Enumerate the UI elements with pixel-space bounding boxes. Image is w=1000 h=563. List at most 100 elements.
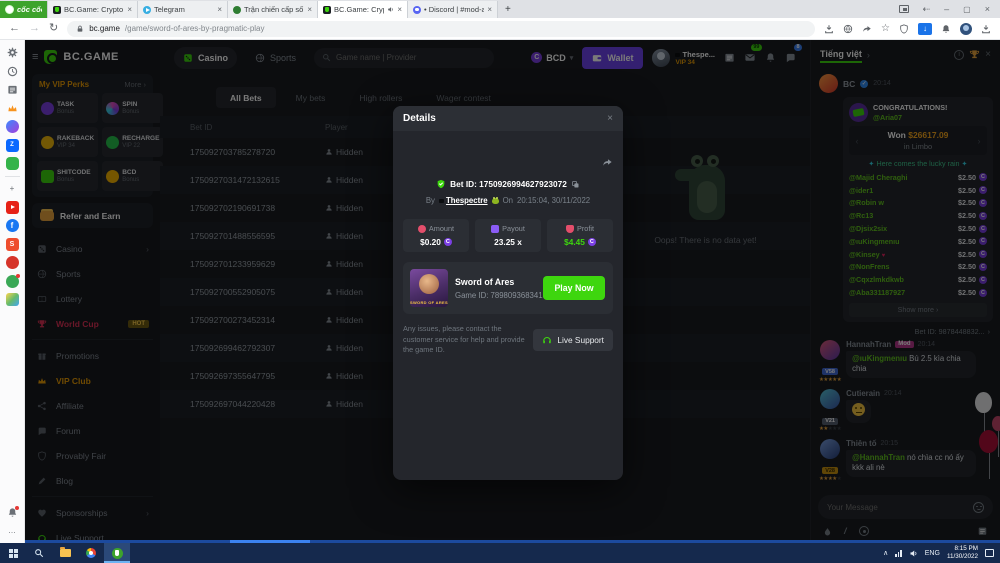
settings-gear-icon[interactable] bbox=[6, 46, 19, 59]
close-icon[interactable]: × bbox=[487, 5, 492, 14]
support-row: Any issues, please contact the customer … bbox=[403, 324, 613, 356]
toolbar-icons: ☆ ↓ bbox=[824, 22, 991, 35]
adblock-shield-icon[interactable] bbox=[899, 24, 909, 34]
player-link[interactable]: Thespectre bbox=[438, 196, 488, 205]
browser-side-panel: Z + f S … bbox=[0, 40, 25, 543]
restore-tab-icon[interactable]: ⇠ bbox=[923, 4, 931, 15]
capture-app-icon[interactable] bbox=[5, 273, 20, 288]
stat-amount: Amount $0.20 C bbox=[403, 219, 469, 252]
browser-tab-bar: cốc cốc BC.Game: Crypto Casino Gan × Tel… bbox=[0, 0, 1000, 18]
reload-button[interactable]: ↻ bbox=[49, 23, 58, 34]
crown-rewards-icon[interactable] bbox=[6, 102, 19, 115]
desktop-screen: cốc cốc BC.Game: Crypto Casino Gan × Tel… bbox=[0, 0, 1000, 563]
telegram-favicon bbox=[143, 5, 151, 14]
tray-expand-icon[interactable]: ∧ bbox=[883, 549, 888, 557]
network-icon[interactable] bbox=[895, 549, 902, 557]
action-center-icon[interactable] bbox=[985, 549, 994, 557]
windows-logo-icon bbox=[8, 548, 18, 558]
tab-label: Trận chiến cấp số nhân chơi bbox=[244, 5, 304, 14]
tab-label: BC.Game: Crypto Casino bbox=[334, 5, 384, 14]
youtube-icon[interactable] bbox=[5, 200, 19, 214]
panel-notifications-icon[interactable] bbox=[6, 505, 19, 519]
tab-game-vn[interactable]: Trận chiến cấp số nhân chơi × bbox=[228, 1, 318, 18]
back-button[interactable]: ← bbox=[9, 23, 20, 34]
game-favicon bbox=[233, 5, 241, 14]
forward-button[interactable]: → bbox=[29, 23, 40, 34]
share-icon[interactable] bbox=[862, 24, 872, 34]
browser-toolbar: ← → ↻ bc.game/game/sword-of-ares-by-prag… bbox=[0, 18, 1000, 40]
tab-audio-icon[interactable] bbox=[387, 6, 394, 13]
translate-icon[interactable] bbox=[843, 24, 853, 34]
file-explorer-button[interactable] bbox=[52, 543, 78, 563]
tab-discord[interactable]: • Discord | #mod-announc × bbox=[408, 1, 498, 18]
tab-telegram[interactable]: Telegram × bbox=[138, 1, 228, 18]
taskbar-search-button[interactable] bbox=[26, 543, 52, 563]
tab-label: • Discord | #mod-announc bbox=[424, 5, 485, 14]
game-controller-icon[interactable] bbox=[5, 157, 19, 170]
maximize-button[interactable]: ▢ bbox=[963, 5, 971, 14]
taskbar-clock[interactable]: 8:15 PM 11/30/2022 bbox=[947, 545, 978, 562]
pip-icon[interactable] bbox=[898, 5, 909, 13]
coccoc-logo-icon bbox=[5, 5, 14, 14]
save-page-icon[interactable] bbox=[824, 24, 834, 34]
profile-avatar[interactable] bbox=[960, 22, 972, 35]
play-now-button[interactable]: Play Now bbox=[543, 276, 605, 300]
tab-bcgame-1[interactable]: BC.Game: Crypto Casino Gan × bbox=[48, 1, 138, 18]
modal-title: Details bbox=[403, 113, 436, 124]
add-shortcut-icon[interactable]: + bbox=[6, 182, 19, 195]
headset-icon bbox=[542, 335, 552, 345]
folder-icon bbox=[59, 547, 71, 557]
game-thumbnail[interactable]: SWORD OF ARES bbox=[410, 269, 448, 307]
address-bar[interactable]: bc.game/game/sword-of-ares-by-pragmatic-… bbox=[67, 20, 816, 37]
modal-close-icon[interactable]: × bbox=[607, 113, 613, 124]
bookmark-star-icon[interactable]: ☆ bbox=[881, 23, 890, 34]
language-indicator[interactable]: ENG bbox=[925, 550, 940, 557]
images-app-icon[interactable] bbox=[5, 293, 19, 306]
new-tab-button[interactable]: + bbox=[498, 4, 518, 15]
url-domain: bc.game bbox=[89, 24, 120, 33]
history-icon[interactable] bbox=[6, 65, 19, 78]
volume-icon[interactable] bbox=[909, 549, 918, 558]
tab-label: BC.Game: Crypto Casino Gan bbox=[64, 5, 124, 14]
chrome-button[interactable] bbox=[78, 543, 104, 563]
messenger-icon[interactable] bbox=[5, 120, 19, 133]
tab-bcgame-active[interactable]: BC.Game: Crypto Casino × bbox=[318, 1, 408, 18]
system-tray: ∧ ENG 8:15 PM 11/30/2022 bbox=[877, 545, 1000, 562]
coccoc-button[interactable] bbox=[104, 543, 130, 563]
support-note: Any issues, please contact the customer … bbox=[403, 324, 525, 355]
chrome-icon bbox=[86, 548, 96, 558]
start-button[interactable] bbox=[0, 543, 26, 563]
bcgame-site: ≡ BC.GAME My VIP Perks More › TASKBonus … bbox=[25, 40, 1000, 543]
live-support-button[interactable]: Live Support bbox=[533, 328, 613, 351]
amount-icon bbox=[417, 224, 426, 233]
tab-coccoc-home[interactable]: cốc cốc bbox=[0, 1, 48, 18]
bcgame-favicon bbox=[53, 5, 61, 14]
downloads-tray-icon[interactable] bbox=[981, 24, 991, 34]
divider bbox=[4, 175, 20, 177]
video-app-icon[interactable] bbox=[5, 256, 19, 269]
minimize-button[interactable]: – bbox=[944, 4, 949, 14]
lock-icon bbox=[76, 25, 84, 33]
close-icon[interactable]: × bbox=[307, 5, 312, 14]
download-button[interactable]: ↓ bbox=[918, 22, 932, 35]
bet-stats: Amount $0.20 C Payout 23.25 x Profit $4.4… bbox=[403, 219, 613, 252]
zalo-icon[interactable]: Z bbox=[5, 138, 19, 152]
close-icon[interactable]: × bbox=[217, 5, 222, 14]
stat-profit: Profit $4.45 C bbox=[547, 219, 613, 252]
facebook-icon[interactable]: f bbox=[5, 219, 19, 232]
share-bet-icon[interactable] bbox=[602, 157, 613, 168]
close-icon[interactable]: × bbox=[127, 5, 132, 14]
profit-icon bbox=[565, 224, 574, 233]
copy-icon[interactable] bbox=[571, 180, 580, 189]
close-window-button[interactable]: × bbox=[985, 4, 990, 14]
notifications-icon[interactable] bbox=[941, 24, 951, 34]
reading-list-icon[interactable] bbox=[6, 83, 19, 96]
window-controls: ⇠ – ▢ × bbox=[889, 0, 1000, 18]
game-card: SWORD OF ARES Sword of Ares Game ID: 789… bbox=[403, 262, 613, 314]
url-path: /game/sword-of-ares-by-pragmatic-play bbox=[124, 24, 265, 33]
bet-by-row: By Thespectre On 20:15:04, 30/11/2022 bbox=[425, 196, 591, 205]
close-icon[interactable]: × bbox=[397, 5, 402, 14]
tab-label: cốc cốc bbox=[17, 5, 42, 14]
shopee-icon[interactable]: S bbox=[5, 237, 19, 251]
more-icon[interactable]: … bbox=[6, 524, 19, 537]
